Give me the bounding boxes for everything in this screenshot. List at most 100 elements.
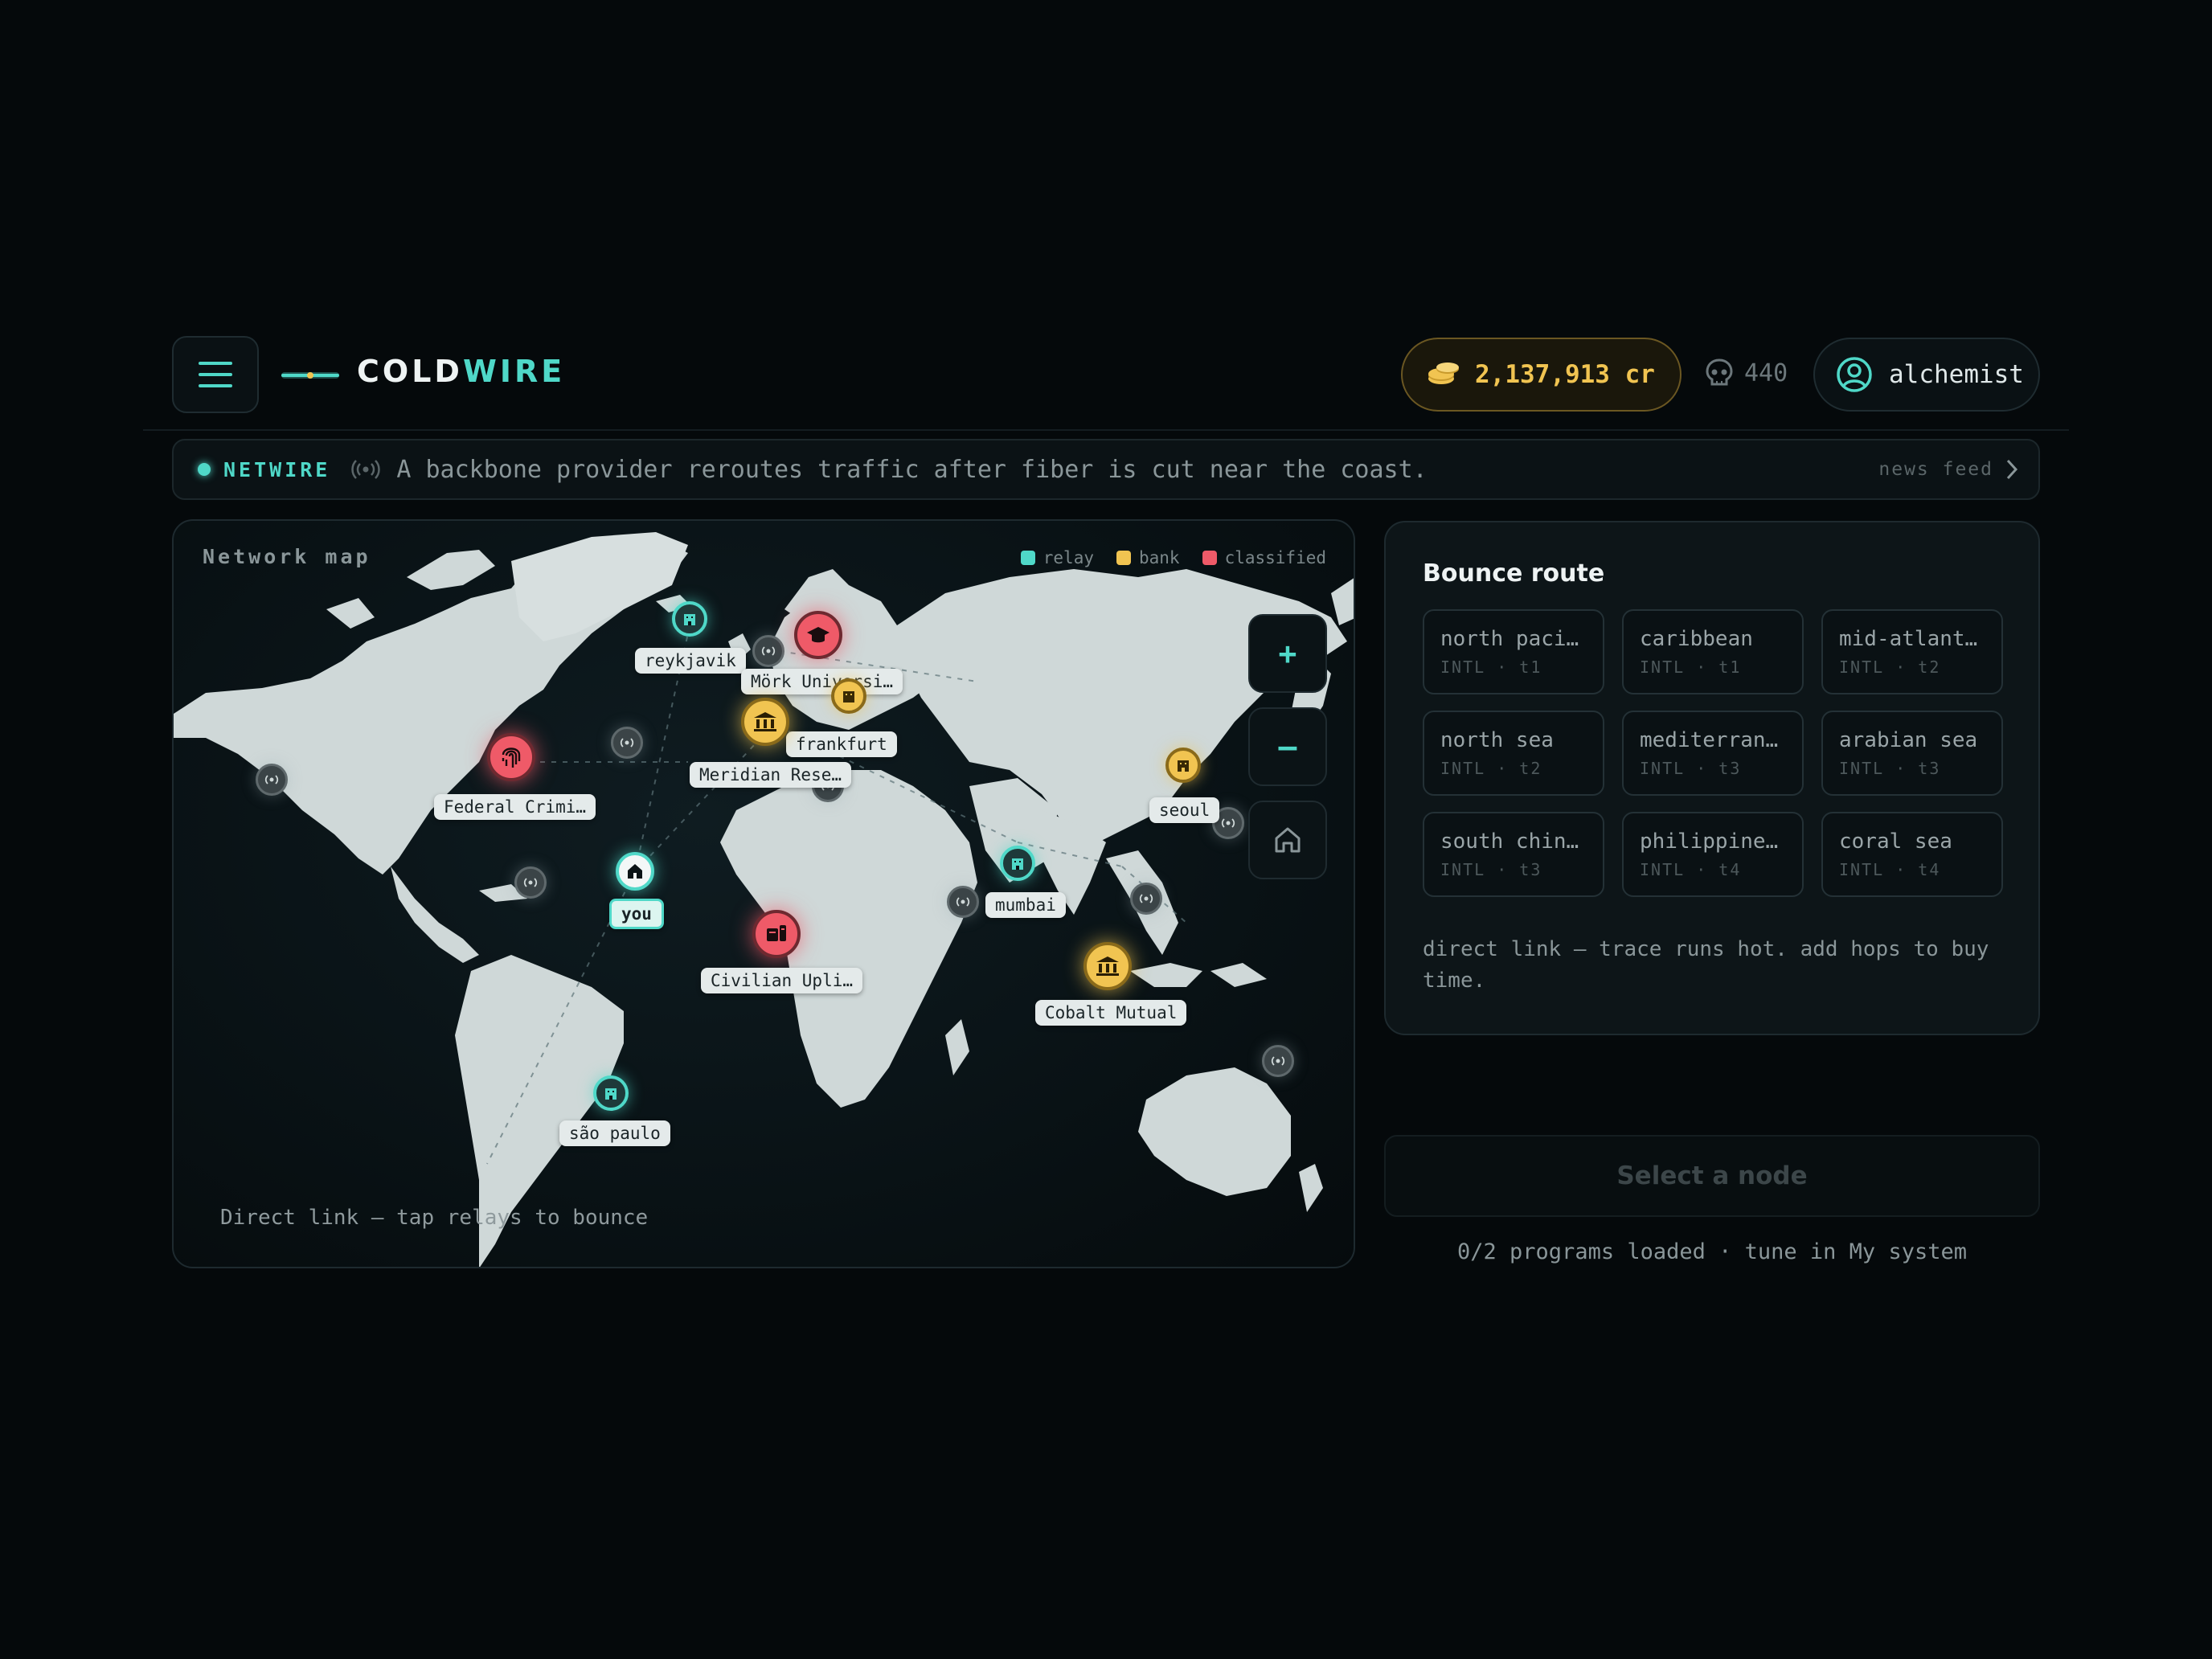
hop-name: philippine… <box>1640 830 1779 854</box>
label-meridian-research: Meridian Rese… <box>690 762 852 788</box>
hop-option[interactable]: mediterran… INTL · t3 <box>1622 711 1804 796</box>
home-icon <box>628 864 642 879</box>
header-divider <box>143 429 2069 431</box>
broadcast-icon <box>264 775 279 784</box>
hop-option[interactable]: north paci… INTL · t1 <box>1423 609 1604 694</box>
route-title: Bounce route <box>1423 559 1605 588</box>
app-logo: COLDWIRE <box>357 354 565 389</box>
hop-meta: INTL · t4 <box>1839 860 1941 879</box>
node-reykjavik[interactable] <box>672 601 707 637</box>
idle-relay-node[interactable] <box>1262 1045 1294 1077</box>
hop-meta: INTL · t2 <box>1839 657 1941 677</box>
bounce-route-panel: Bounce route north paci… INTL · t1 caribb… <box>1384 521 2040 1035</box>
hop-option[interactable]: caribbean INTL · t1 <box>1622 609 1804 694</box>
hop-name: caribbean <box>1640 627 1753 651</box>
idle-relay-node[interactable] <box>256 764 288 796</box>
legend-label-relay: relay <box>1043 548 1094 567</box>
idle-relay-node[interactable] <box>514 866 547 899</box>
hop-name: north paci… <box>1440 627 1579 651</box>
idle-relay-node[interactable] <box>752 635 784 667</box>
select-node-button[interactable]: Select a node <box>1384 1135 2040 1217</box>
hop-name: arabian sea <box>1839 728 1978 752</box>
broadcast-icon <box>761 646 776 656</box>
building-icon <box>1178 760 1189 772</box>
idle-relay-node[interactable] <box>1130 883 1162 915</box>
label-reykjavik: reykjavik <box>635 648 746 674</box>
world-map <box>174 532 1354 1267</box>
legend-swatch-relay <box>1020 551 1035 565</box>
building-icon <box>605 1088 616 1100</box>
label-mumbai: mumbai <box>985 892 1066 918</box>
legend-bank: bank <box>1116 548 1180 567</box>
label-seoul: seoul <box>1149 797 1220 823</box>
broadcast-icon <box>351 460 381 479</box>
fingerprint-icon <box>502 748 521 768</box>
broadcast-icon <box>620 738 634 748</box>
node-meridian-research[interactable] <box>741 698 789 746</box>
hop-option[interactable]: north sea INTL · t2 <box>1423 711 1604 796</box>
route-note: direct link — trace runs hot. add hops t… <box>1423 937 1989 993</box>
coins-icon <box>1428 363 1459 384</box>
logo-prefix: COLD <box>357 354 463 389</box>
node-mumbai[interactable] <box>1000 846 1035 881</box>
user-profile-button[interactable]: alchemist <box>1813 338 2040 412</box>
user-circle-icon <box>1837 357 1872 392</box>
hop-option[interactable]: coral sea INTL · t4 <box>1821 812 2003 897</box>
programs-status: 0/2 programs loaded · tune in My system <box>1457 1239 1967 1264</box>
top-bar: COLDWIRE 2,137,913 cr 440 alchemist <box>0 0 2212 434</box>
broadcast-icon <box>523 878 538 887</box>
building-icon <box>1012 858 1023 870</box>
node-sao-paulo[interactable] <box>593 1075 629 1111</box>
news-feed-label: news feed <box>1878 459 1993 480</box>
username: alchemist <box>1889 360 2024 389</box>
broadcast-icon <box>956 897 970 907</box>
credits-amount: 2,137,913 cr <box>1475 360 1655 389</box>
credits-badge[interactable]: 2,137,913 cr <box>1401 338 1682 412</box>
label-cobalt-mutual: Cobalt Mutual <box>1035 1000 1187 1026</box>
recenter-home-button[interactable] <box>1248 801 1327 879</box>
hop-meta: INTL · t1 <box>1640 657 1742 677</box>
idle-relay-node[interactable] <box>947 886 979 918</box>
legend-relay: relay <box>1020 548 1094 567</box>
skull-icon <box>1706 358 1733 386</box>
news-ticker[interactable]: NETWIRE A backbone provider reroutes tra… <box>172 439 2040 500</box>
hop-option[interactable]: arabian sea INTL · t3 <box>1821 711 2003 796</box>
label-sao-paulo: são paulo <box>559 1120 670 1146</box>
graduation-cap-icon <box>807 627 830 643</box>
hop-option[interactable]: philippine… INTL · t4 <box>1622 812 1804 897</box>
legend-swatch-bank <box>1116 551 1131 565</box>
hop-meta: INTL · t3 <box>1640 759 1742 778</box>
news-feed-link[interactable]: news feed <box>1878 458 2019 481</box>
label-federal-crimes: Federal Crimi… <box>434 794 596 820</box>
label-civilian-uplink: Civilian Upli… <box>701 968 863 993</box>
network-map[interactable]: Network map relay bank classified reykja… <box>172 519 1355 1268</box>
ticker-label: NETWIRE <box>223 457 331 481</box>
node-home[interactable] <box>616 852 654 891</box>
map-hint: Direct link — tap relays to bounce <box>220 1206 649 1230</box>
ticker-message: A backbone provider reroutes traffic aft… <box>396 455 1428 484</box>
chevron-right-icon <box>2006 459 2018 480</box>
node-mork-university[interactable] <box>794 611 842 659</box>
hop-meta: INTL · t1 <box>1440 657 1542 677</box>
hop-option[interactable]: south chin… INTL · t3 <box>1423 812 1604 897</box>
node-cobalt-mutual[interactable] <box>1083 942 1132 990</box>
menu-button[interactable] <box>172 336 259 413</box>
building-icon <box>684 614 695 625</box>
logo-wire-icon <box>281 372 339 379</box>
node-seoul[interactable] <box>1165 748 1201 783</box>
logo-accent: WIRE <box>462 354 566 389</box>
node-frankfurt[interactable] <box>831 678 866 714</box>
idle-relay-node[interactable] <box>611 727 643 759</box>
zoom-in-button[interactable]: + <box>1248 614 1327 693</box>
hop-option[interactable]: mid-atlant… INTL · t2 <box>1821 609 2003 694</box>
map-title: Network map <box>203 545 371 568</box>
hamburger-icon <box>199 362 232 365</box>
skull-counter: 440 <box>1706 358 1788 387</box>
node-civilian-uplink[interactable] <box>752 910 801 958</box>
legend-label-bank: bank <box>1138 548 1180 567</box>
legend-swatch-classified <box>1202 551 1217 565</box>
node-federal-crimes[interactable] <box>487 733 535 781</box>
label-frankfurt: frankfurt <box>786 731 897 757</box>
zoom-out-button[interactable]: – <box>1248 707 1327 786</box>
broadcast-icon <box>1221 818 1235 828</box>
